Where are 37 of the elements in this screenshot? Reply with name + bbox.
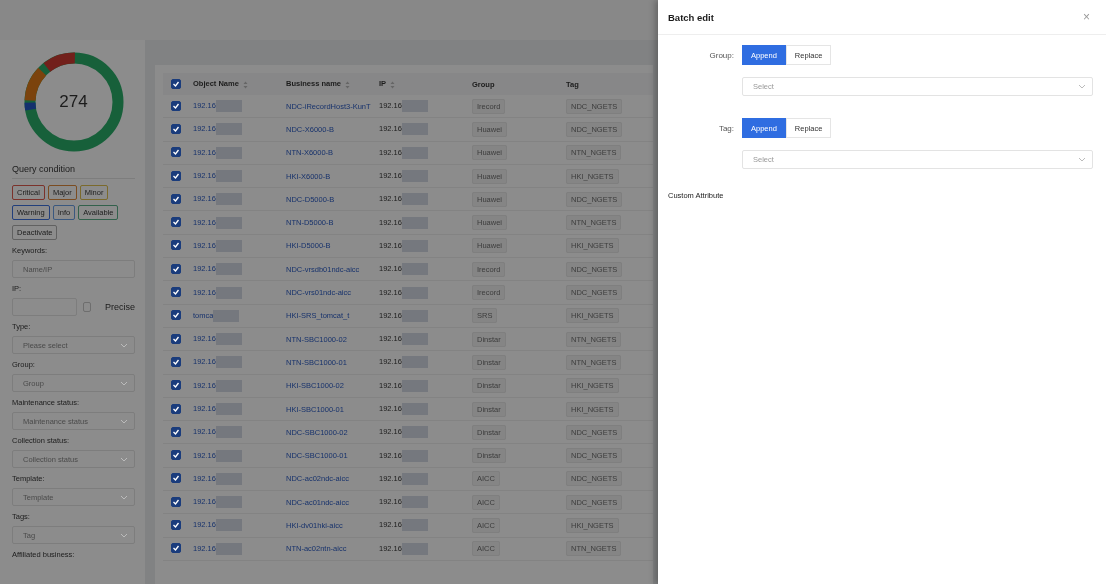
checkbox[interactable]	[171, 333, 181, 344]
checkbox[interactable]	[171, 450, 181, 461]
field-label: Tag:	[717, 123, 734, 133]
chevron-down-icon	[1078, 157, 1086, 162]
close-button[interactable]: ×	[1083, 10, 1090, 24]
checkbox[interactable]	[82, 302, 91, 312]
checkbox[interactable]	[171, 217, 181, 228]
chevron-down-icon	[120, 380, 128, 386]
checkbox[interactable]	[171, 287, 181, 297]
field-label: Group:	[708, 50, 734, 60]
chevron-down-icon	[1078, 84, 1086, 89]
total-count: 274	[59, 92, 88, 112]
checkbox[interactable]	[171, 520, 181, 530]
chevron-down-icon	[120, 494, 128, 500]
checkbox[interactable]	[171, 403, 181, 414]
checkbox[interactable]	[171, 543, 181, 554]
checkbox[interactable]	[171, 147, 181, 158]
chevron-down-icon	[120, 342, 128, 348]
checkbox[interactable]	[171, 100, 181, 111]
checkbox[interactable]	[171, 496, 181, 507]
checkbox[interactable]	[171, 123, 181, 134]
section-title: Query condition	[12, 164, 135, 179]
precise-label: Precise	[105, 302, 135, 312]
chevron-down-icon	[120, 418, 128, 424]
checkbox[interactable]	[171, 263, 181, 274]
checkbox[interactable]	[171, 356, 181, 367]
checkbox[interactable]	[171, 310, 181, 321]
checkbox[interactable]	[171, 78, 181, 89]
chevron-down-icon	[120, 456, 128, 462]
checkbox[interactable]	[171, 473, 181, 484]
checkbox[interactable]	[171, 380, 181, 391]
checkbox[interactable]	[171, 193, 181, 204]
checkbox[interactable]	[171, 170, 181, 181]
checkbox[interactable]	[171, 426, 181, 437]
checkbox[interactable]	[171, 240, 181, 251]
chevron-down-icon	[120, 532, 128, 538]
drawer-title: Batch edit	[668, 11, 714, 23]
